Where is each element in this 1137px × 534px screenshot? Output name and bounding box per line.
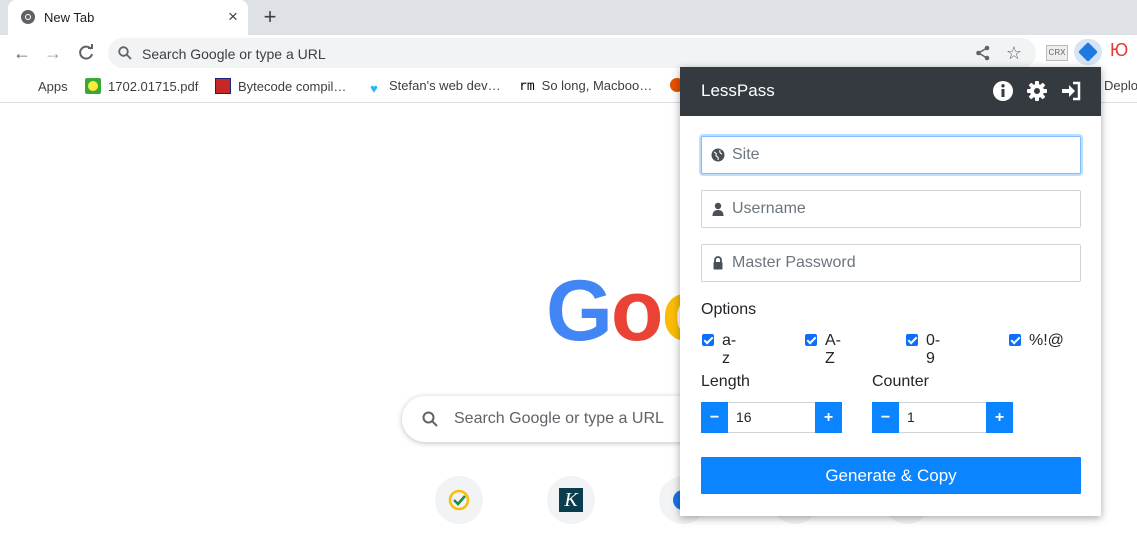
master-password-field[interactable] xyxy=(701,244,1081,282)
master-password-input[interactable] xyxy=(732,245,1072,281)
username-input[interactable] xyxy=(732,191,1072,227)
bookmark-label: Apps xyxy=(38,79,68,94)
lesspass-popup: LessPass Site Username Options a-z A-Z 0… xyxy=(680,67,1101,516)
globe-icon xyxy=(711,148,725,162)
counter-value-input[interactable]: 1 xyxy=(899,402,993,433)
bookmark-label: Stefan's web dev… xyxy=(389,78,501,93)
option-label: 0-9 xyxy=(926,332,941,367)
length-label: Length xyxy=(701,373,750,390)
k-logo-icon: K xyxy=(559,488,583,512)
sign-in-icon[interactable] xyxy=(1060,80,1082,102)
bookmark-pdf[interactable]: 1702.01715.pdf xyxy=(85,78,198,94)
bookmark-label: So long, Macboo… xyxy=(541,78,653,93)
symbols-checkbox[interactable] xyxy=(1009,334,1021,346)
apps-grid-icon xyxy=(15,78,31,94)
heart-icon: ♥ xyxy=(370,81,378,96)
forward-arrow-icon[interactable]: → xyxy=(42,42,64,64)
chrome-icon xyxy=(21,10,35,24)
generate-copy-button[interactable]: Generate & Copy xyxy=(701,457,1081,494)
checkmark-icon xyxy=(448,489,470,511)
toolbar: ← → Search Google or type a URL ☆ xyxy=(0,35,1137,70)
counter-label: Counter xyxy=(872,373,929,390)
shortcut-tile[interactable] xyxy=(435,476,483,524)
close-icon[interactable]: × xyxy=(224,8,242,26)
share-icon[interactable] xyxy=(974,44,992,62)
lesspass-extension-icon[interactable] xyxy=(1074,39,1102,65)
options-label: Options xyxy=(701,301,757,318)
reload-icon[interactable] xyxy=(76,43,96,63)
user-icon xyxy=(712,202,724,216)
new-tab-plus-icon[interactable]: + xyxy=(260,6,280,28)
gear-icon[interactable] xyxy=(1026,80,1048,102)
lock-icon xyxy=(713,256,723,270)
counter-increment-button[interactable]: + xyxy=(986,402,1013,433)
shortcut-tile[interactable]: K xyxy=(547,476,595,524)
bookmark-apps[interactable]: Apps xyxy=(15,78,68,94)
tab-strip: New Tab × + xyxy=(0,0,1137,35)
search-icon xyxy=(118,46,132,60)
numbers-checkbox[interactable] xyxy=(906,334,918,346)
yu-extension-icon[interactable]: Ю xyxy=(1110,40,1128,61)
bookmark-stefans[interactable]: ♥ Stefan's web dev… xyxy=(366,78,501,96)
length-increment-button[interactable]: + xyxy=(815,402,842,433)
length-decrement-button[interactable]: − xyxy=(701,402,728,433)
option-label: %!@ xyxy=(1029,332,1064,349)
popup-title: LessPass xyxy=(701,81,775,100)
info-icon[interactable] xyxy=(992,80,1014,102)
option-label: a-z xyxy=(722,332,737,367)
bookmark-label: Deploy xyxy=(1104,78,1137,93)
option-label: A-Z xyxy=(825,332,841,367)
popup-header: LessPass xyxy=(680,67,1101,116)
ntp-search-placeholder: Search Google or type a URL xyxy=(454,410,664,427)
bookmark-label: 1702.01715.pdf xyxy=(108,79,199,94)
lowercase-checkbox[interactable] xyxy=(702,334,714,346)
bookmark-bytecode[interactable]: Bytecode compil… xyxy=(215,78,346,94)
tab-new-tab[interactable]: New Tab × xyxy=(8,0,248,35)
site-field[interactable] xyxy=(701,136,1081,174)
bookmark-label: Bytecode compil… xyxy=(238,79,347,94)
length-value-input[interactable]: 16 xyxy=(728,402,822,433)
bookmark-deploy[interactable]: Deploy xyxy=(1104,78,1137,94)
bookmark-star-icon[interactable]: ☆ xyxy=(1004,43,1024,63)
rm-icon: rm xyxy=(519,79,535,94)
bookmark-so-long[interactable]: rm So long, Macboo… xyxy=(519,78,652,94)
uppercase-checkbox[interactable] xyxy=(805,334,817,346)
bytecode-icon xyxy=(215,78,231,94)
omnibox-placeholder: Search Google or type a URL xyxy=(142,46,326,62)
site-input[interactable] xyxy=(732,137,1072,173)
smiley-icon xyxy=(85,78,101,94)
username-field[interactable] xyxy=(701,190,1081,228)
search-icon xyxy=(422,411,438,427)
tab-title: New Tab xyxy=(44,10,95,25)
crx-extension-icon[interactable]: CRX xyxy=(1046,45,1068,61)
back-arrow-icon[interactable]: ← xyxy=(11,42,33,64)
omnibox[interactable]: Search Google or type a URL ☆ xyxy=(108,38,1036,68)
counter-decrement-button[interactable]: − xyxy=(872,402,899,433)
